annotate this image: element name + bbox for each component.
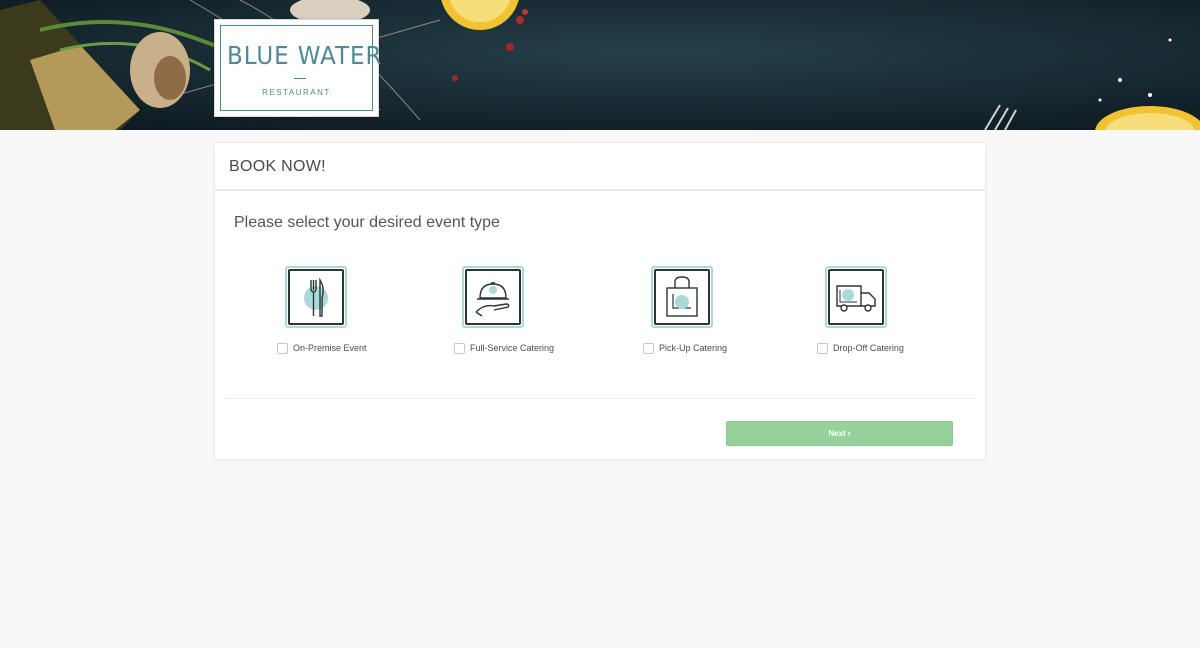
option-tile[interactable]	[651, 266, 713, 328]
on-premise-event-checkbox[interactable]	[277, 343, 288, 354]
option-label: Pick-Up Catering	[659, 343, 728, 353]
card-header: BOOK NOW!	[215, 143, 985, 191]
restaurant-logo[interactable]: BLUE WATER RESTAURANT	[214, 19, 383, 117]
fork-knife-icon	[304, 277, 328, 317]
drop-off-catering-checkbox[interactable]	[817, 343, 828, 354]
hero-banner	[0, 0, 1200, 130]
option-label: On-Premise Event	[293, 343, 367, 353]
next-button-label: Next	[828, 429, 846, 438]
page-title: BOOK NOW!	[229, 158, 326, 175]
option-pick-up-catering[interactable]: Pick-Up Catering	[641, 266, 841, 366]
next-button[interactable]: Next ›	[726, 421, 953, 446]
delivery-truck-icon	[836, 285, 876, 312]
option-label: Full-Service Catering	[470, 343, 555, 353]
logo-subtitle: RESTAURANT	[262, 88, 331, 97]
option-tile[interactable]	[462, 266, 524, 328]
option-on-premise-event[interactable]: On-Premise Event	[275, 266, 475, 366]
logo-frame: BLUE WATER RESTAURANT	[220, 25, 383, 111]
serving-cloche-icon	[475, 282, 510, 317]
option-drop-off-catering[interactable]: Drop-Off Catering	[815, 266, 1015, 366]
card-divider	[225, 398, 975, 399]
full-service-catering-checkbox[interactable]	[454, 343, 465, 354]
option-tile[interactable]	[825, 266, 887, 328]
hero-background-image	[0, 0, 1200, 130]
logo-name: BLUE WATER	[227, 41, 383, 70]
event-type-prompt: Please select your desired event type	[234, 214, 500, 231]
pick-up-catering-checkbox[interactable]	[643, 343, 654, 354]
chevron-right-icon: ›	[847, 428, 851, 438]
option-tile[interactable]	[285, 266, 347, 328]
shopping-bag-icon	[666, 276, 698, 317]
option-full-service-catering[interactable]: Full-Service Catering	[452, 266, 652, 366]
booking-card: BOOK NOW! Please select your desired eve…	[214, 142, 986, 460]
option-label: Drop-Off Catering	[833, 343, 904, 353]
logo-divider	[294, 78, 306, 79]
